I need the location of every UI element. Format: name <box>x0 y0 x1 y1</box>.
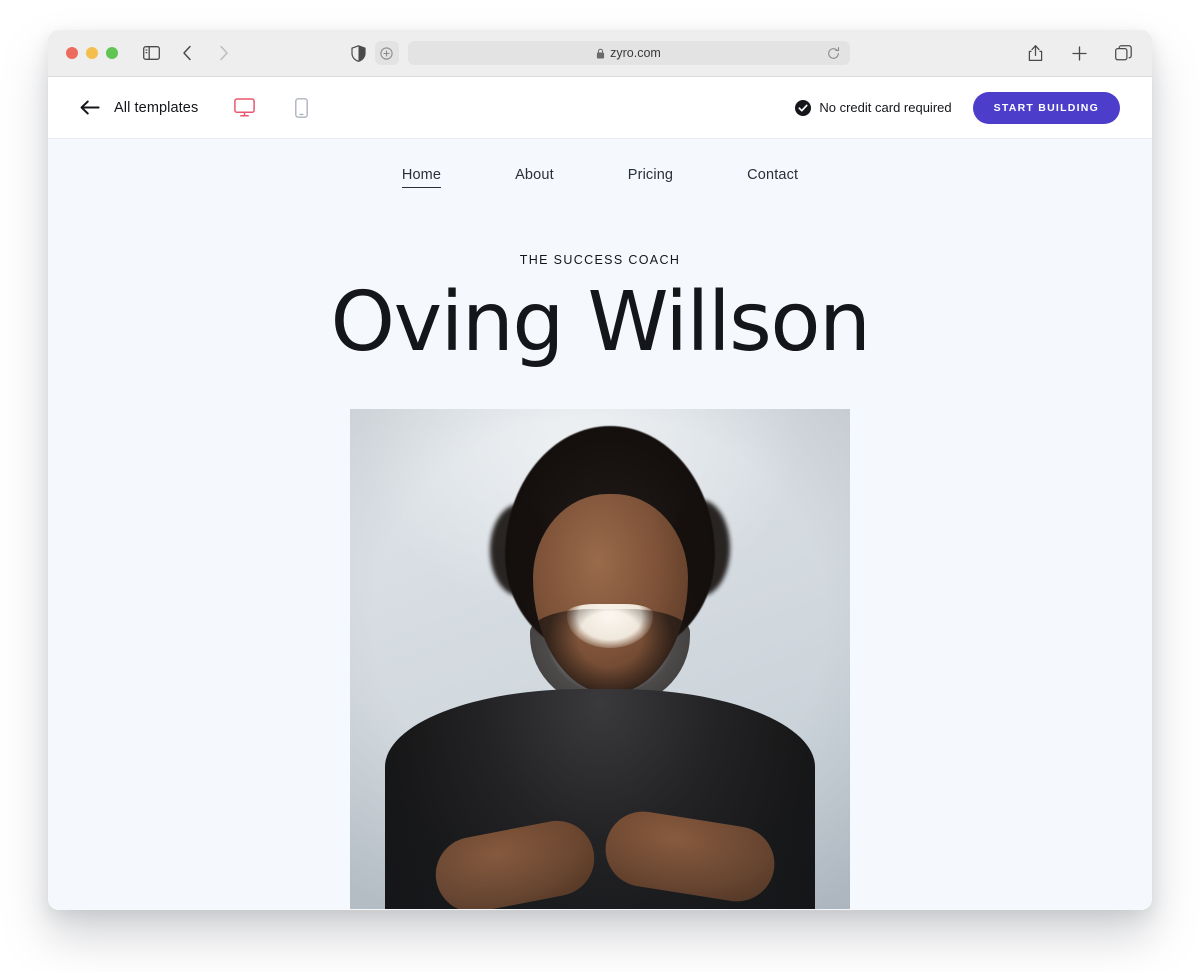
monitor-icon[interactable] <box>234 98 256 117</box>
chevron-left-icon[interactable] <box>176 42 198 64</box>
lock-icon <box>596 48 605 59</box>
hero-title: Oving Willson <box>330 275 871 370</box>
maximize-window-button[interactable] <box>106 47 118 59</box>
minimize-window-button[interactable] <box>86 47 98 59</box>
nav-item-about[interactable]: About <box>478 167 591 183</box>
all-templates-link[interactable]: All templates <box>114 100 198 116</box>
portrait-vignette <box>350 408 850 909</box>
zoom-in-icon[interactable] <box>374 41 399 65</box>
start-building-button[interactable]: START BUILDING <box>972 91 1120 124</box>
template-preview-header: All templates No credit card required ST… <box>48 77 1152 139</box>
tabs-overview-icon[interactable] <box>1112 42 1134 64</box>
reload-icon[interactable] <box>827 46 840 60</box>
close-window-button[interactable] <box>66 47 78 59</box>
nav-item-contact[interactable]: Contact <box>710 167 835 183</box>
address-bar[interactable]: zyro.com <box>407 41 850 65</box>
template-site-preview: Home About Pricing Contact THE SUCCESS C… <box>48 139 1152 910</box>
browser-toolbar: zyro.com <box>48 30 1152 77</box>
browser-window: zyro.com All templates No credit card re… <box>48 30 1152 910</box>
smartphone-icon[interactable] <box>295 97 309 118</box>
url-text: zyro.com <box>610 46 661 60</box>
hero-eyebrow: THE SUCCESS COACH <box>519 253 681 267</box>
page-viewport: All templates No credit card required ST… <box>48 77 1152 910</box>
template-header-right: No credit card required START BUILDING <box>795 91 1120 124</box>
device-preview-toggle <box>234 97 309 118</box>
no-credit-card-notice: No credit card required <box>795 99 952 116</box>
nav-item-home[interactable]: Home <box>365 167 478 188</box>
check-circle-icon <box>795 99 812 116</box>
plus-icon[interactable] <box>1068 42 1090 64</box>
browser-nav-group <box>140 42 234 64</box>
hero-portrait-image <box>350 408 850 909</box>
share-icon[interactable] <box>1024 42 1046 64</box>
sidebar-icon[interactable] <box>140 42 162 64</box>
no-credit-card-label: No credit card required <box>819 100 952 115</box>
site-navigation: Home About Pricing Contact <box>48 139 1152 188</box>
traffic-lights <box>66 47 118 59</box>
arrow-left-icon[interactable] <box>80 100 100 115</box>
chevron-right-icon[interactable] <box>212 42 234 64</box>
hero-section: THE SUCCESS COACH Oving Willson <box>48 183 1152 909</box>
shield-icon[interactable] <box>350 44 366 62</box>
browser-toolbar-right <box>1024 42 1134 64</box>
nav-item-pricing[interactable]: Pricing <box>591 167 710 183</box>
